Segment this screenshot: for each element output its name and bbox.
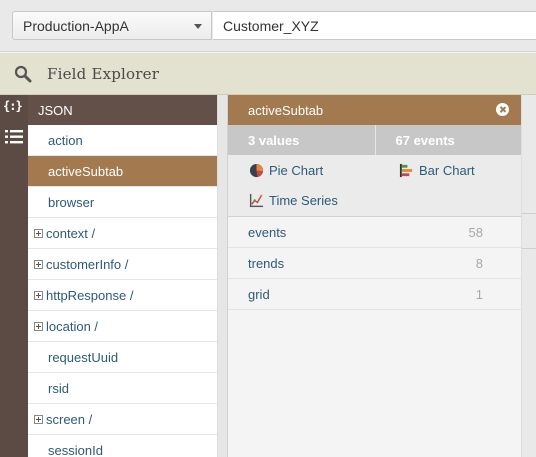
value-label: grid xyxy=(248,287,270,302)
detail-header: activeSubtab xyxy=(228,95,521,125)
top-bar: Production-AppA Customer_XYZ xyxy=(0,0,536,52)
page-title: Field Explorer xyxy=(47,65,160,83)
field-item-location[interactable]: location / xyxy=(28,311,217,342)
value-count: 58 xyxy=(468,225,483,240)
detail-title: activeSubtab xyxy=(248,103,324,118)
search-icon[interactable] xyxy=(14,65,32,88)
field-explorer-header: Field Explorer xyxy=(0,53,536,95)
field-item-activesubtab[interactable]: activeSubtab xyxy=(28,156,217,187)
expand-plus-icon[interactable] xyxy=(34,229,43,238)
bar-chart-button[interactable]: Bar Chart xyxy=(399,163,475,178)
value-label: events xyxy=(248,225,287,240)
divider xyxy=(522,248,536,249)
field-item-sessionid[interactable]: sessionId xyxy=(28,435,217,457)
field-label: screen / xyxy=(46,412,93,427)
field-item-customerinfo[interactable]: customerInfo / xyxy=(28,249,217,280)
field-label: activeSubtab xyxy=(48,164,124,179)
customer-input[interactable]: Customer_XYZ xyxy=(213,11,536,40)
field-label: rsid xyxy=(48,381,69,396)
bar-chart-icon xyxy=(399,163,413,178)
right-panel-edge xyxy=(522,95,536,457)
value-count: 8 xyxy=(475,256,483,271)
list-icon[interactable] xyxy=(5,130,23,149)
close-icon[interactable] xyxy=(496,103,509,116)
left-rail: {:} xyxy=(0,95,28,457)
expand-plus-icon[interactable] xyxy=(34,415,43,424)
field-label: action xyxy=(48,133,83,148)
expand-plus-icon[interactable] xyxy=(34,260,43,269)
field-list: JSON action activeSubtab browser context… xyxy=(28,95,218,457)
field-item-httpresponse[interactable]: httpResponse / xyxy=(28,280,217,311)
time-series-icon xyxy=(249,193,264,208)
json-braces-icon[interactable]: {:} xyxy=(3,99,23,113)
value-row-trends[interactable]: trends 8 xyxy=(228,248,521,279)
detail-stats: 3 values 67 events xyxy=(228,125,521,155)
app-select-value: Production-AppA xyxy=(23,18,129,34)
value-row-events[interactable]: events 58 xyxy=(228,217,521,248)
app-select[interactable]: Production-AppA xyxy=(12,11,212,40)
pie-chart-icon xyxy=(249,163,264,178)
field-label: location / xyxy=(46,319,99,334)
field-list-header: JSON xyxy=(28,95,217,125)
customer-input-value: Customer_XYZ xyxy=(223,18,319,34)
field-label: browser xyxy=(48,195,95,210)
field-item-browser[interactable]: browser xyxy=(28,187,217,218)
pie-chart-label: Pie Chart xyxy=(269,163,324,178)
value-list: events 58 trends 8 grid 1 xyxy=(228,217,521,310)
values-count: 3 values xyxy=(248,133,300,148)
expand-plus-icon[interactable] xyxy=(34,322,43,331)
time-series-button[interactable]: Time Series xyxy=(249,193,338,208)
field-label: requestUuid xyxy=(48,350,119,365)
field-item-action[interactable]: action xyxy=(28,125,217,156)
chevron-down-icon xyxy=(194,24,202,29)
value-row-grid[interactable]: grid 1 xyxy=(228,279,521,310)
field-item-context[interactable]: context / xyxy=(28,218,217,249)
value-count: 1 xyxy=(475,287,483,302)
expand-plus-icon[interactable] xyxy=(34,291,43,300)
field-detail-panel: activeSubtab 3 values 67 events Pie Char… xyxy=(228,95,522,457)
column-divider xyxy=(218,95,228,457)
value-label: trends xyxy=(248,256,285,271)
field-label: sessionId xyxy=(48,443,103,457)
field-item-screen[interactable]: screen / xyxy=(28,404,217,435)
pie-chart-button[interactable]: Pie Chart xyxy=(249,163,323,178)
events-count: 67 events xyxy=(374,125,522,155)
field-label: customerInfo / xyxy=(46,257,129,272)
field-label: httpResponse / xyxy=(46,288,134,303)
field-item-requestuuid[interactable]: requestUuid xyxy=(28,342,217,373)
visualization-options: Pie Chart Bar Chart Time Series xyxy=(228,155,521,217)
divider xyxy=(522,213,536,214)
time-series-label: Time Series xyxy=(269,193,338,208)
field-item-rsid[interactable]: rsid xyxy=(28,373,217,404)
bar-chart-label: Bar Chart xyxy=(419,163,475,178)
field-label: context / xyxy=(46,226,96,241)
